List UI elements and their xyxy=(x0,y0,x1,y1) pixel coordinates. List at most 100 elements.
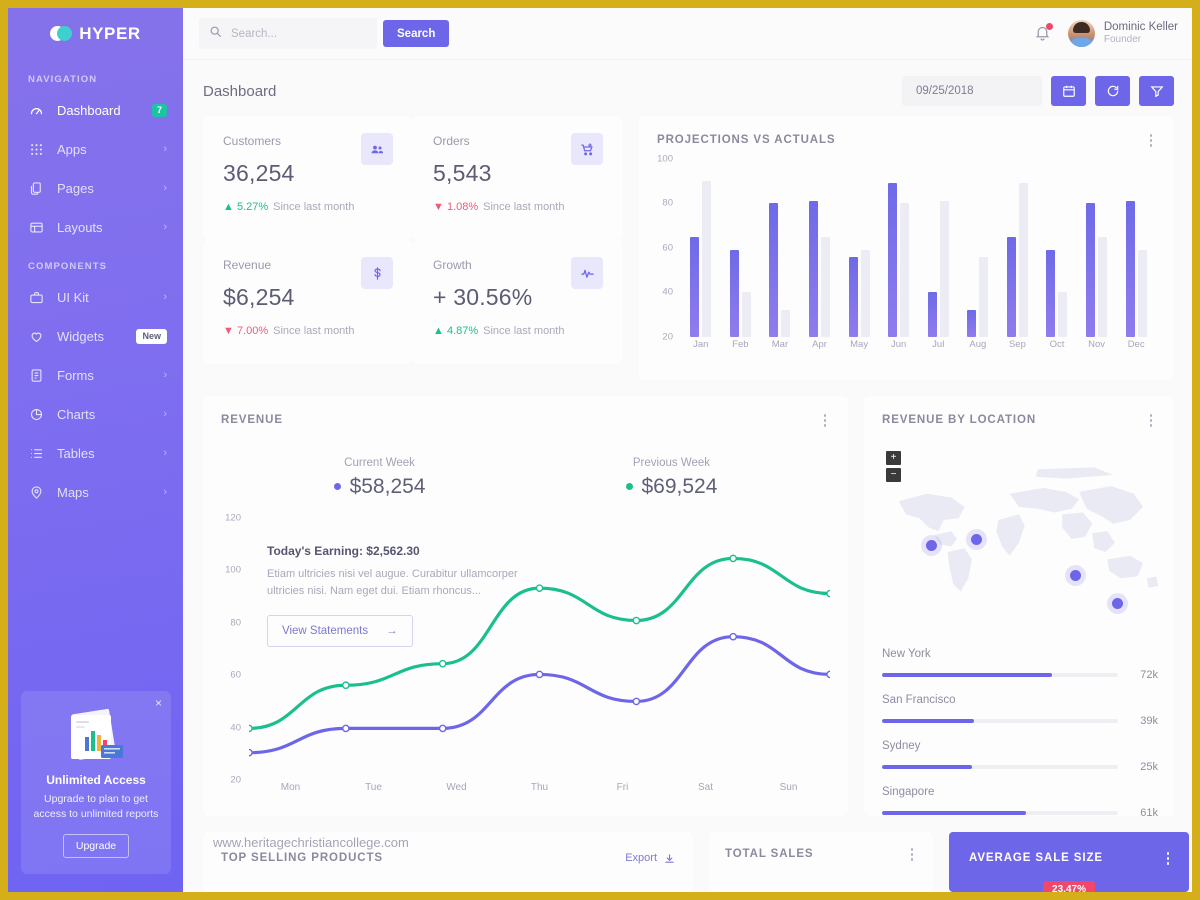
sidebar-item-tables[interactable]: Tables › xyxy=(8,434,183,473)
line-point[interactable] xyxy=(827,590,830,596)
filter-button[interactable] xyxy=(1139,76,1174,106)
line-point[interactable] xyxy=(730,634,736,640)
panel-title: TOTAL SALES xyxy=(725,848,814,861)
panel-menu-icon[interactable] xyxy=(1161,850,1175,867)
bar-group xyxy=(1037,159,1077,337)
page-header-actions: 09/25/2018 xyxy=(902,76,1174,106)
bar-group xyxy=(760,159,800,337)
chevron-right-icon: › xyxy=(163,486,167,498)
sidebar-item-widgets[interactable]: Widgets New xyxy=(8,317,183,356)
bar-projection[interactable] xyxy=(848,256,858,337)
line-point[interactable] xyxy=(730,555,736,561)
sidebar-item-label: Charts xyxy=(57,407,96,422)
sidebar-item-apps[interactable]: Apps › xyxy=(8,130,183,169)
bar-group xyxy=(918,159,958,337)
line-point[interactable] xyxy=(536,671,542,677)
bar-actual[interactable] xyxy=(900,203,910,337)
heart-icon xyxy=(28,329,44,345)
bar-actual[interactable] xyxy=(702,181,712,337)
panel-title: PROJECTIONS VS ACTUALS xyxy=(657,134,836,147)
sidebar-item-dashboard[interactable]: Dashboard 7 xyxy=(8,91,183,130)
bar-projection[interactable] xyxy=(888,183,898,337)
sidebar-item-layouts[interactable]: Layouts › xyxy=(8,208,183,247)
close-icon[interactable]: × xyxy=(155,697,162,709)
bar-actual[interactable] xyxy=(979,256,989,337)
row-bottom-panels: TOP SELLING PRODUCTS Export TOTAL SALES … xyxy=(203,832,1189,892)
brand-logo[interactable]: HYPER xyxy=(8,8,183,60)
bar-chart-x-tick: Nov xyxy=(1088,338,1106,350)
bar-actual[interactable] xyxy=(1058,292,1068,337)
panel-menu-icon[interactable] xyxy=(818,412,832,429)
search-button[interactable]: Search xyxy=(383,20,450,47)
bar-actual[interactable] xyxy=(939,201,949,337)
user-menu[interactable]: Dominic Keller Founder xyxy=(1067,20,1178,47)
bar-actual[interactable] xyxy=(741,292,751,337)
previous-week-legend-dot xyxy=(625,483,633,491)
bar-projection[interactable] xyxy=(729,250,739,337)
stat-card-revenue[interactable]: Revenue $6,254 ▼ 7.00% Since last month xyxy=(203,240,413,364)
bar-projection[interactable] xyxy=(690,236,700,337)
brand-name: HYPER xyxy=(79,24,141,43)
upgrade-button[interactable]: Upgrade xyxy=(63,834,129,858)
map-pin-icon[interactable] xyxy=(925,539,937,551)
bar-projection[interactable] xyxy=(1006,236,1016,337)
bar-projection[interactable] xyxy=(1046,250,1056,337)
map-pin-icon xyxy=(28,485,44,501)
map-pin-icon[interactable] xyxy=(971,533,983,545)
export-button[interactable]: Export xyxy=(625,852,675,864)
refresh-button[interactable] xyxy=(1095,76,1130,106)
date-range-field[interactable]: 09/25/2018 xyxy=(902,76,1042,106)
line-point[interactable] xyxy=(440,725,446,731)
chevron-right-icon: › xyxy=(163,143,167,155)
sidebar-item-label: UI Kit xyxy=(57,290,89,305)
line-point[interactable] xyxy=(343,682,349,688)
bar-actual[interactable] xyxy=(1018,183,1028,337)
map-zoom-out-button[interactable]: − xyxy=(886,467,901,482)
bar-projection[interactable] xyxy=(927,292,937,337)
notifications-bell-icon[interactable] xyxy=(1034,22,1053,44)
download-icon xyxy=(664,853,675,864)
sidebar-item-maps[interactable]: Maps › xyxy=(8,473,183,512)
bar-projection[interactable] xyxy=(967,310,977,337)
line-point[interactable] xyxy=(343,725,349,731)
map-zoom-in-button[interactable]: + xyxy=(886,450,901,465)
bar-actual[interactable] xyxy=(781,310,791,337)
sidebar-item-forms[interactable]: Forms › xyxy=(8,356,183,395)
bar-actual[interactable] xyxy=(1137,250,1147,337)
bar-projection[interactable] xyxy=(809,201,819,337)
bar-chart-x-tick: Jul xyxy=(932,338,945,350)
search-box[interactable] xyxy=(199,18,377,49)
line-point[interactable] xyxy=(440,661,446,667)
current-week-value: $58,254 xyxy=(349,474,426,498)
bar-actual[interactable] xyxy=(821,236,831,337)
stat-card-growth[interactable]: Growth + 30.56% ▲ 4.87% Since last month xyxy=(413,240,623,364)
panel-menu-icon[interactable] xyxy=(905,846,919,863)
line-point[interactable] xyxy=(827,671,830,677)
stat-card-customers[interactable]: Customers 36,254 ▲ 5.27% Since last mont… xyxy=(203,116,413,240)
bar-actual[interactable] xyxy=(860,250,870,337)
line-point[interactable] xyxy=(633,698,639,704)
sidebar-item-ui-kit[interactable]: UI Kit › xyxy=(8,278,183,317)
panel-menu-icon[interactable] xyxy=(1144,412,1158,429)
sidebar-item-charts[interactable]: Charts › xyxy=(8,395,183,434)
previous-week-block: Previous Week $69,524 xyxy=(625,457,717,499)
bar-projection[interactable] xyxy=(1086,203,1096,337)
search-input[interactable] xyxy=(231,27,361,40)
bar-projection[interactable] xyxy=(1125,201,1135,337)
line-point[interactable] xyxy=(536,585,542,591)
line-point[interactable] xyxy=(633,617,639,623)
bar-actual[interactable] xyxy=(1098,236,1108,337)
search-icon xyxy=(209,25,222,43)
line-point[interactable] xyxy=(249,725,252,731)
bar-projection[interactable] xyxy=(769,203,779,337)
world-map[interactable]: + − xyxy=(878,441,1160,631)
location-row: Sydney 25k xyxy=(882,740,1158,773)
stat-card-orders[interactable]: Orders 5,543 ▼ 1.08% Since last month xyxy=(413,116,623,240)
panel-menu-icon[interactable] xyxy=(1144,132,1158,149)
line-chart-x-tick: Sun xyxy=(779,782,798,793)
map-pin-icon[interactable] xyxy=(1069,569,1081,581)
view-statements-button[interactable]: View Statements → xyxy=(267,615,413,648)
line-point[interactable] xyxy=(249,750,252,756)
sidebar-item-pages[interactable]: Pages › xyxy=(8,169,183,208)
calendar-button[interactable] xyxy=(1051,76,1086,106)
